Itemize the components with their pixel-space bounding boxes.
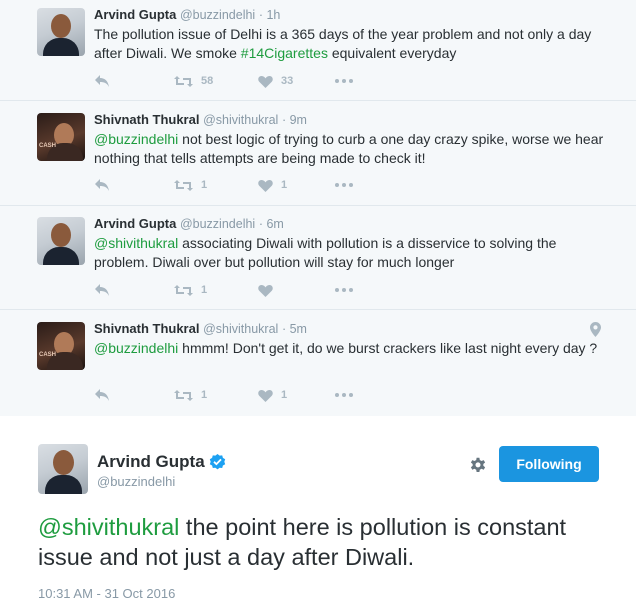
like-button[interactable]: 1 xyxy=(258,177,287,193)
author-name[interactable]: Arvind Gupta xyxy=(94,7,176,22)
more-button[interactable] xyxy=(335,177,353,193)
retweet-icon xyxy=(174,179,193,191)
tweet-actions: 1 xyxy=(94,282,394,298)
author-handle[interactable]: @buzzindelhi xyxy=(180,8,255,22)
like-count: 1 xyxy=(281,389,288,401)
reply-tweet[interactable]: CASH Shivnath Thukral @shivithukral · 9m… xyxy=(0,101,636,205)
location-pin-icon[interactable] xyxy=(590,322,601,337)
reply-icon xyxy=(95,284,109,296)
heart-icon xyxy=(258,284,273,297)
tweet-actions: 1 1 xyxy=(94,177,394,193)
hashtag-link[interactable]: #14Cigarettes xyxy=(241,45,328,61)
following-button[interactable]: Following xyxy=(499,446,599,482)
main-tweet: Arvind Gupta @buzzindelhi Following @shi… xyxy=(0,416,636,601)
mention-link[interactable]: @buzzindelhi xyxy=(94,340,178,356)
author-handle[interactable]: @buzzindelhi xyxy=(97,474,175,489)
author-name[interactable]: Shivnath Thukral xyxy=(94,321,199,336)
avatar[interactable] xyxy=(37,217,85,265)
retweet-button[interactable]: 1 xyxy=(174,387,207,403)
avatar-caption: CASH xyxy=(39,352,57,358)
tweet-text: @shivithukral associating Diwali with po… xyxy=(94,235,557,270)
author-handle[interactable]: @shivithukral xyxy=(203,322,278,336)
tweet-time[interactable]: · 1h xyxy=(259,8,281,22)
author-handle[interactable]: @buzzindelhi xyxy=(180,217,255,231)
reply-icon xyxy=(95,179,109,191)
retweet-icon xyxy=(174,389,193,401)
like-count: 33 xyxy=(281,75,294,87)
reply-tweet[interactable]: Arvind Gupta @buzzindelhi · 6m @shivithu… xyxy=(0,206,636,309)
retweet-icon xyxy=(174,284,193,296)
author-name[interactable]: Arvind Gupta xyxy=(94,216,176,231)
mention-link[interactable]: @shivithukral xyxy=(94,235,178,251)
retweet-button[interactable]: 58 xyxy=(174,73,213,89)
author-handle[interactable]: @shivithukral xyxy=(203,113,278,127)
tweet-actions: 58 33 xyxy=(94,73,394,89)
more-dots-icon xyxy=(335,183,353,187)
reply-button[interactable] xyxy=(94,177,110,193)
author-name[interactable]: Shivnath Thukral xyxy=(94,112,199,127)
retweet-count: 1 xyxy=(201,179,208,191)
like-button[interactable] xyxy=(258,282,281,298)
heart-icon xyxy=(258,75,273,88)
more-dots-icon xyxy=(335,79,353,83)
heart-icon xyxy=(258,179,273,192)
more-button[interactable] xyxy=(335,387,353,403)
reply-tweet[interactable]: CASH Shivnath Thukral @shivithukral · 5m… xyxy=(0,310,636,415)
gear-icon[interactable] xyxy=(469,456,487,474)
reply-button[interactable] xyxy=(94,387,110,403)
verified-badge-icon xyxy=(209,453,225,469)
like-count: 1 xyxy=(281,179,288,191)
mention-link[interactable]: @buzzindelhi xyxy=(94,131,178,147)
like-button[interactable]: 33 xyxy=(258,73,293,89)
tweet-text: @buzzindelhi not best logic of trying to… xyxy=(94,131,604,166)
heart-icon xyxy=(258,389,273,402)
more-dots-icon xyxy=(335,393,353,397)
more-dots-icon xyxy=(335,288,353,292)
avatar[interactable]: CASH xyxy=(37,322,85,370)
reply-thread: Arvind Gupta @buzzindelhi · 1h The pollu… xyxy=(0,0,636,415)
more-button[interactable] xyxy=(335,282,353,298)
retweet-count: 1 xyxy=(201,284,208,296)
tweet-timestamp[interactable]: 10:31 AM - 31 Oct 2016 xyxy=(38,586,175,601)
avatar[interactable]: CASH xyxy=(37,113,85,161)
tweet-text: @shivithukral the point here is pollutio… xyxy=(38,514,567,570)
retweet-count: 58 xyxy=(201,75,214,87)
avatar[interactable] xyxy=(38,444,88,494)
more-button[interactable] xyxy=(335,73,353,89)
reply-button[interactable] xyxy=(94,73,110,89)
tweet-time[interactable]: · 5m xyxy=(282,322,307,336)
author-name[interactable]: Arvind Gupta xyxy=(97,452,205,472)
reply-tweet[interactable]: Arvind Gupta @buzzindelhi · 1h The pollu… xyxy=(0,0,636,100)
retweet-button[interactable]: 1 xyxy=(174,282,207,298)
tweet-actions: 1 1 xyxy=(94,387,394,403)
reply-button[interactable] xyxy=(94,282,110,298)
retweet-icon xyxy=(174,75,193,87)
tweet-text: The pollution issue of Delhi is a 365 da… xyxy=(94,26,592,61)
avatar[interactable] xyxy=(37,8,85,56)
retweet-button[interactable]: 1 xyxy=(174,177,207,193)
tweet-time[interactable]: · 6m xyxy=(259,217,284,231)
reply-icon xyxy=(95,389,109,401)
retweet-count: 1 xyxy=(201,389,208,401)
reply-icon xyxy=(95,75,109,87)
mention-link[interactable]: @shivithukral xyxy=(38,514,179,540)
like-button[interactable]: 1 xyxy=(258,387,287,403)
tweet-time[interactable]: · 9m xyxy=(282,113,307,127)
tweet-text: @buzzindelhi hmmm! Don't get it, do we b… xyxy=(94,340,598,356)
avatar-caption: CASH xyxy=(39,143,57,149)
